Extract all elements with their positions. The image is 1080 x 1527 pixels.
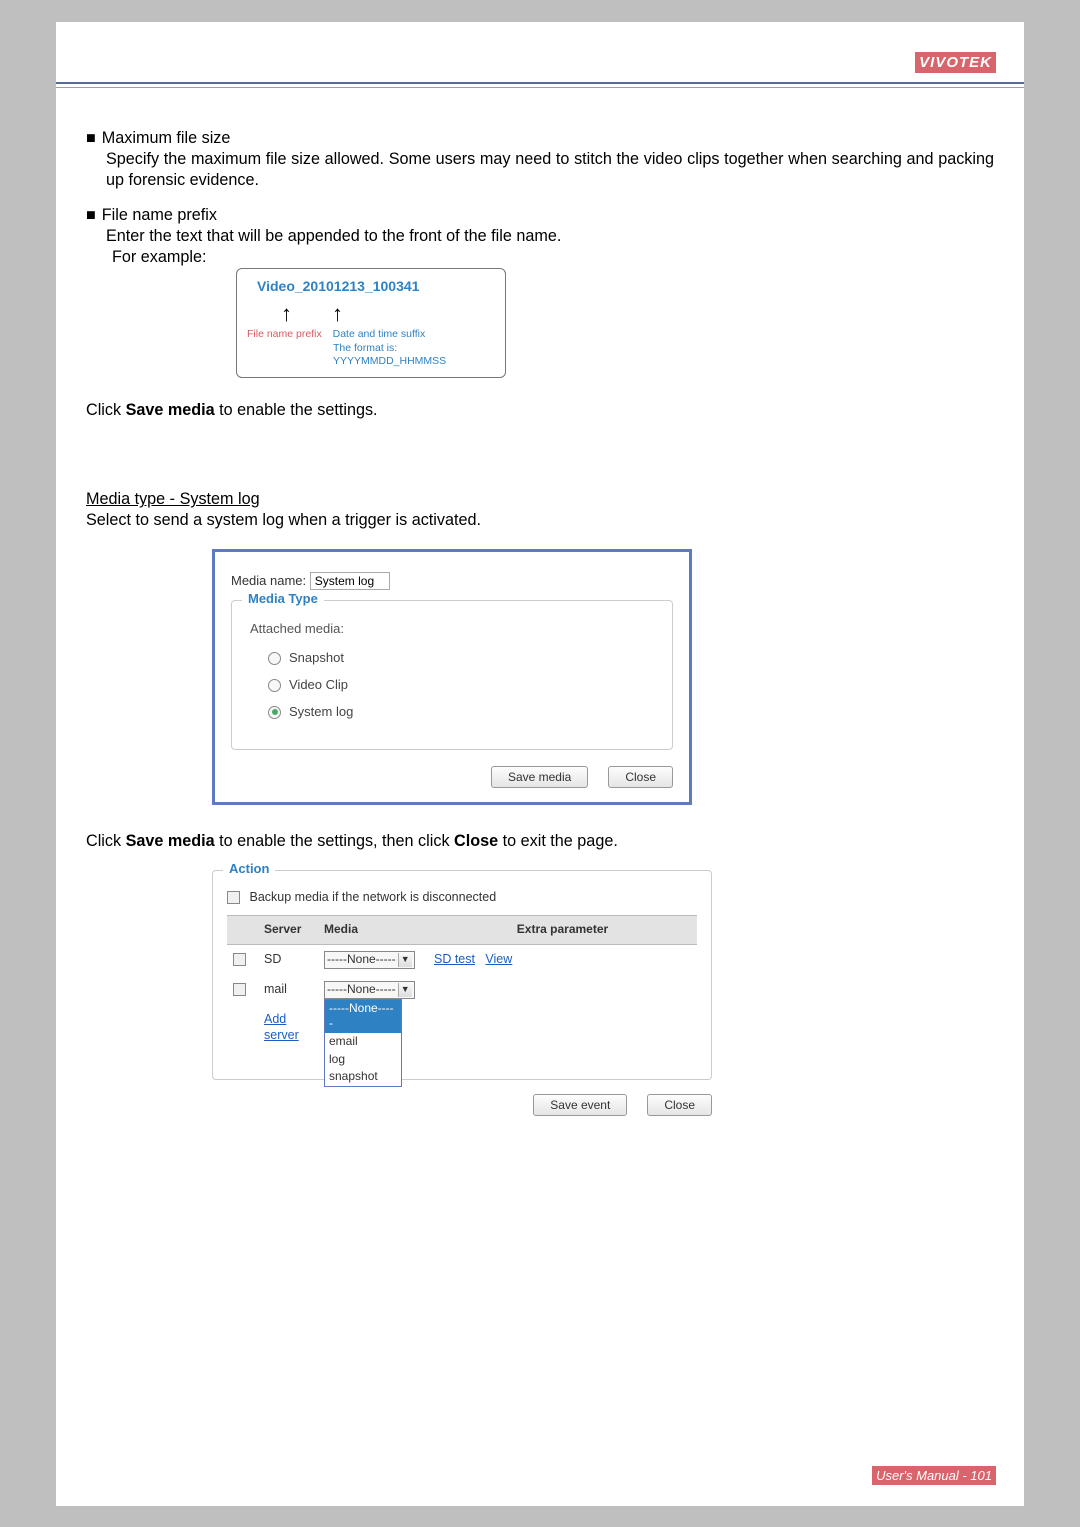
- example-filename: Video_20101213_100341: [257, 277, 495, 295]
- suffix-annotation: Date and time suffix: [333, 328, 426, 340]
- add-server-link[interactable]: Add server: [264, 1012, 299, 1042]
- section-media-type-systemlog: Media type - System log Select to send a…: [86, 489, 994, 531]
- click-save-note-2: Click Save media to enable the settings,…: [86, 831, 994, 852]
- action-legend: Action: [223, 861, 275, 878]
- dropdown-option-log[interactable]: log: [325, 1051, 401, 1069]
- page-header: VIVOTEK: [56, 22, 1024, 82]
- radio-icon: [268, 652, 281, 665]
- media-select-sd[interactable]: -----None----- ▼: [324, 951, 415, 969]
- table-row: mail -----None----- ▼ -----None----- ema…: [227, 975, 697, 1005]
- radio-system-log[interactable]: System log: [268, 704, 654, 721]
- for-example-label: For example:: [112, 247, 994, 268]
- col-media: Media: [318, 916, 428, 945]
- attached-media-label: Attached media:: [250, 621, 654, 638]
- backup-row[interactable]: Backup media if the network is disconnec…: [227, 889, 697, 905]
- chevron-down-icon: ▼: [398, 983, 412, 997]
- action-fieldset: Action Backup media if the network is di…: [212, 870, 712, 1080]
- radio-video-clip[interactable]: Video Clip: [268, 677, 654, 694]
- media-type-heading: Media type - System log: [86, 489, 994, 510]
- server-cell: mail: [258, 975, 318, 1005]
- dialog-button-row: Save media Close: [231, 766, 673, 788]
- media-dropdown-open[interactable]: -----None----- email log snapshot: [324, 999, 402, 1087]
- click-save-note-1: Click Save media to enable the settings.: [86, 400, 994, 421]
- save-event-button[interactable]: Save event: [533, 1094, 627, 1116]
- radio-label: Snapshot: [289, 650, 344, 667]
- checkbox-icon[interactable]: [233, 953, 246, 966]
- radio-snapshot[interactable]: Snapshot: [268, 650, 654, 667]
- dropdown-option-email[interactable]: email: [325, 1033, 401, 1051]
- col-extra: Extra parameter: [428, 916, 697, 945]
- media-select-mail[interactable]: -----None----- ▼ -----None----- email lo…: [324, 981, 415, 999]
- brand-label: VIVOTEK: [915, 52, 996, 73]
- bullet-icon: ■: [86, 206, 96, 224]
- table-header-row: Server Media Extra parameter: [227, 916, 697, 945]
- bullet-icon: ■: [86, 129, 96, 147]
- checkbox-icon[interactable]: [233, 983, 246, 996]
- example-labels: File name prefix Date and time suffix Th…: [247, 328, 495, 369]
- page-footer: User's Manual - 101: [872, 1466, 996, 1485]
- col-server: Server: [258, 916, 318, 945]
- fieldset-legend: Media Type: [242, 591, 324, 608]
- radio-label: Video Clip: [289, 677, 348, 694]
- action-panel: Action Backup media if the network is di…: [212, 870, 712, 1116]
- format-annotation: The format is: YYYYMMDD_HHMMSS: [333, 342, 495, 369]
- close-button[interactable]: Close: [647, 1094, 712, 1116]
- media-type-fieldset: Media Type Attached media: Snapshot Vide…: [231, 600, 673, 750]
- prefix-annotation: File name prefix: [247, 328, 322, 340]
- dropdown-option-none[interactable]: -----None-----: [325, 1000, 401, 1033]
- section-title: File name prefix: [102, 206, 217, 224]
- manual-page: VIVOTEK ■ Maximum file size Specify the m…: [56, 22, 1024, 1506]
- filename-example-box: Video_20101213_100341 ↑ ↑ File name pref…: [236, 268, 506, 378]
- section-desc: Enter the text that will be appended to …: [106, 226, 994, 247]
- backup-label: Backup media if the network is disconnec…: [249, 890, 496, 904]
- chevron-down-icon: ▼: [398, 953, 412, 967]
- page-content: ■ Maximum file size Specify the maximum f…: [56, 88, 1024, 1116]
- arrow-up-icon: ↑: [332, 300, 343, 329]
- media-name-label: Media name:: [231, 573, 306, 588]
- radio-icon: [268, 679, 281, 692]
- checkbox-icon: [227, 891, 240, 904]
- media-name-row: Media name:: [231, 572, 673, 590]
- sd-test-link[interactable]: SD test: [434, 952, 475, 966]
- table-row-add: Add server xxx dia ▼: [227, 1005, 697, 1050]
- media-type-desc: Select to send a system log when a trigg…: [86, 510, 994, 531]
- section-file-name-prefix: ■ File name prefix Enter the text that wi…: [86, 205, 994, 378]
- dropdown-option-snapshot[interactable]: snapshot: [325, 1068, 401, 1086]
- section-title: Maximum file size: [102, 129, 231, 147]
- arrow-row: ↑ ↑: [281, 300, 495, 329]
- table-row: SD -----None----- ▼ SD test View: [227, 944, 697, 975]
- action-button-row: Save event Close: [212, 1094, 712, 1116]
- media-settings-dialog: Media name: Media Type Attached media: S…: [212, 549, 692, 805]
- media-name-input[interactable]: [310, 572, 390, 590]
- radio-icon: [268, 706, 281, 719]
- close-button[interactable]: Close: [608, 766, 673, 788]
- server-media-table: Server Media Extra parameter SD -----Non…: [227, 915, 697, 1049]
- server-cell: SD: [258, 944, 318, 975]
- section-desc: Specify the maximum file size allowed. S…: [106, 149, 994, 191]
- section-max-file-size: ■ Maximum file size Specify the maximum f…: [86, 128, 994, 191]
- radio-label: System log: [289, 704, 353, 721]
- save-media-button[interactable]: Save media: [491, 766, 588, 788]
- view-link[interactable]: View: [485, 952, 512, 966]
- arrow-up-icon: ↑: [281, 300, 292, 329]
